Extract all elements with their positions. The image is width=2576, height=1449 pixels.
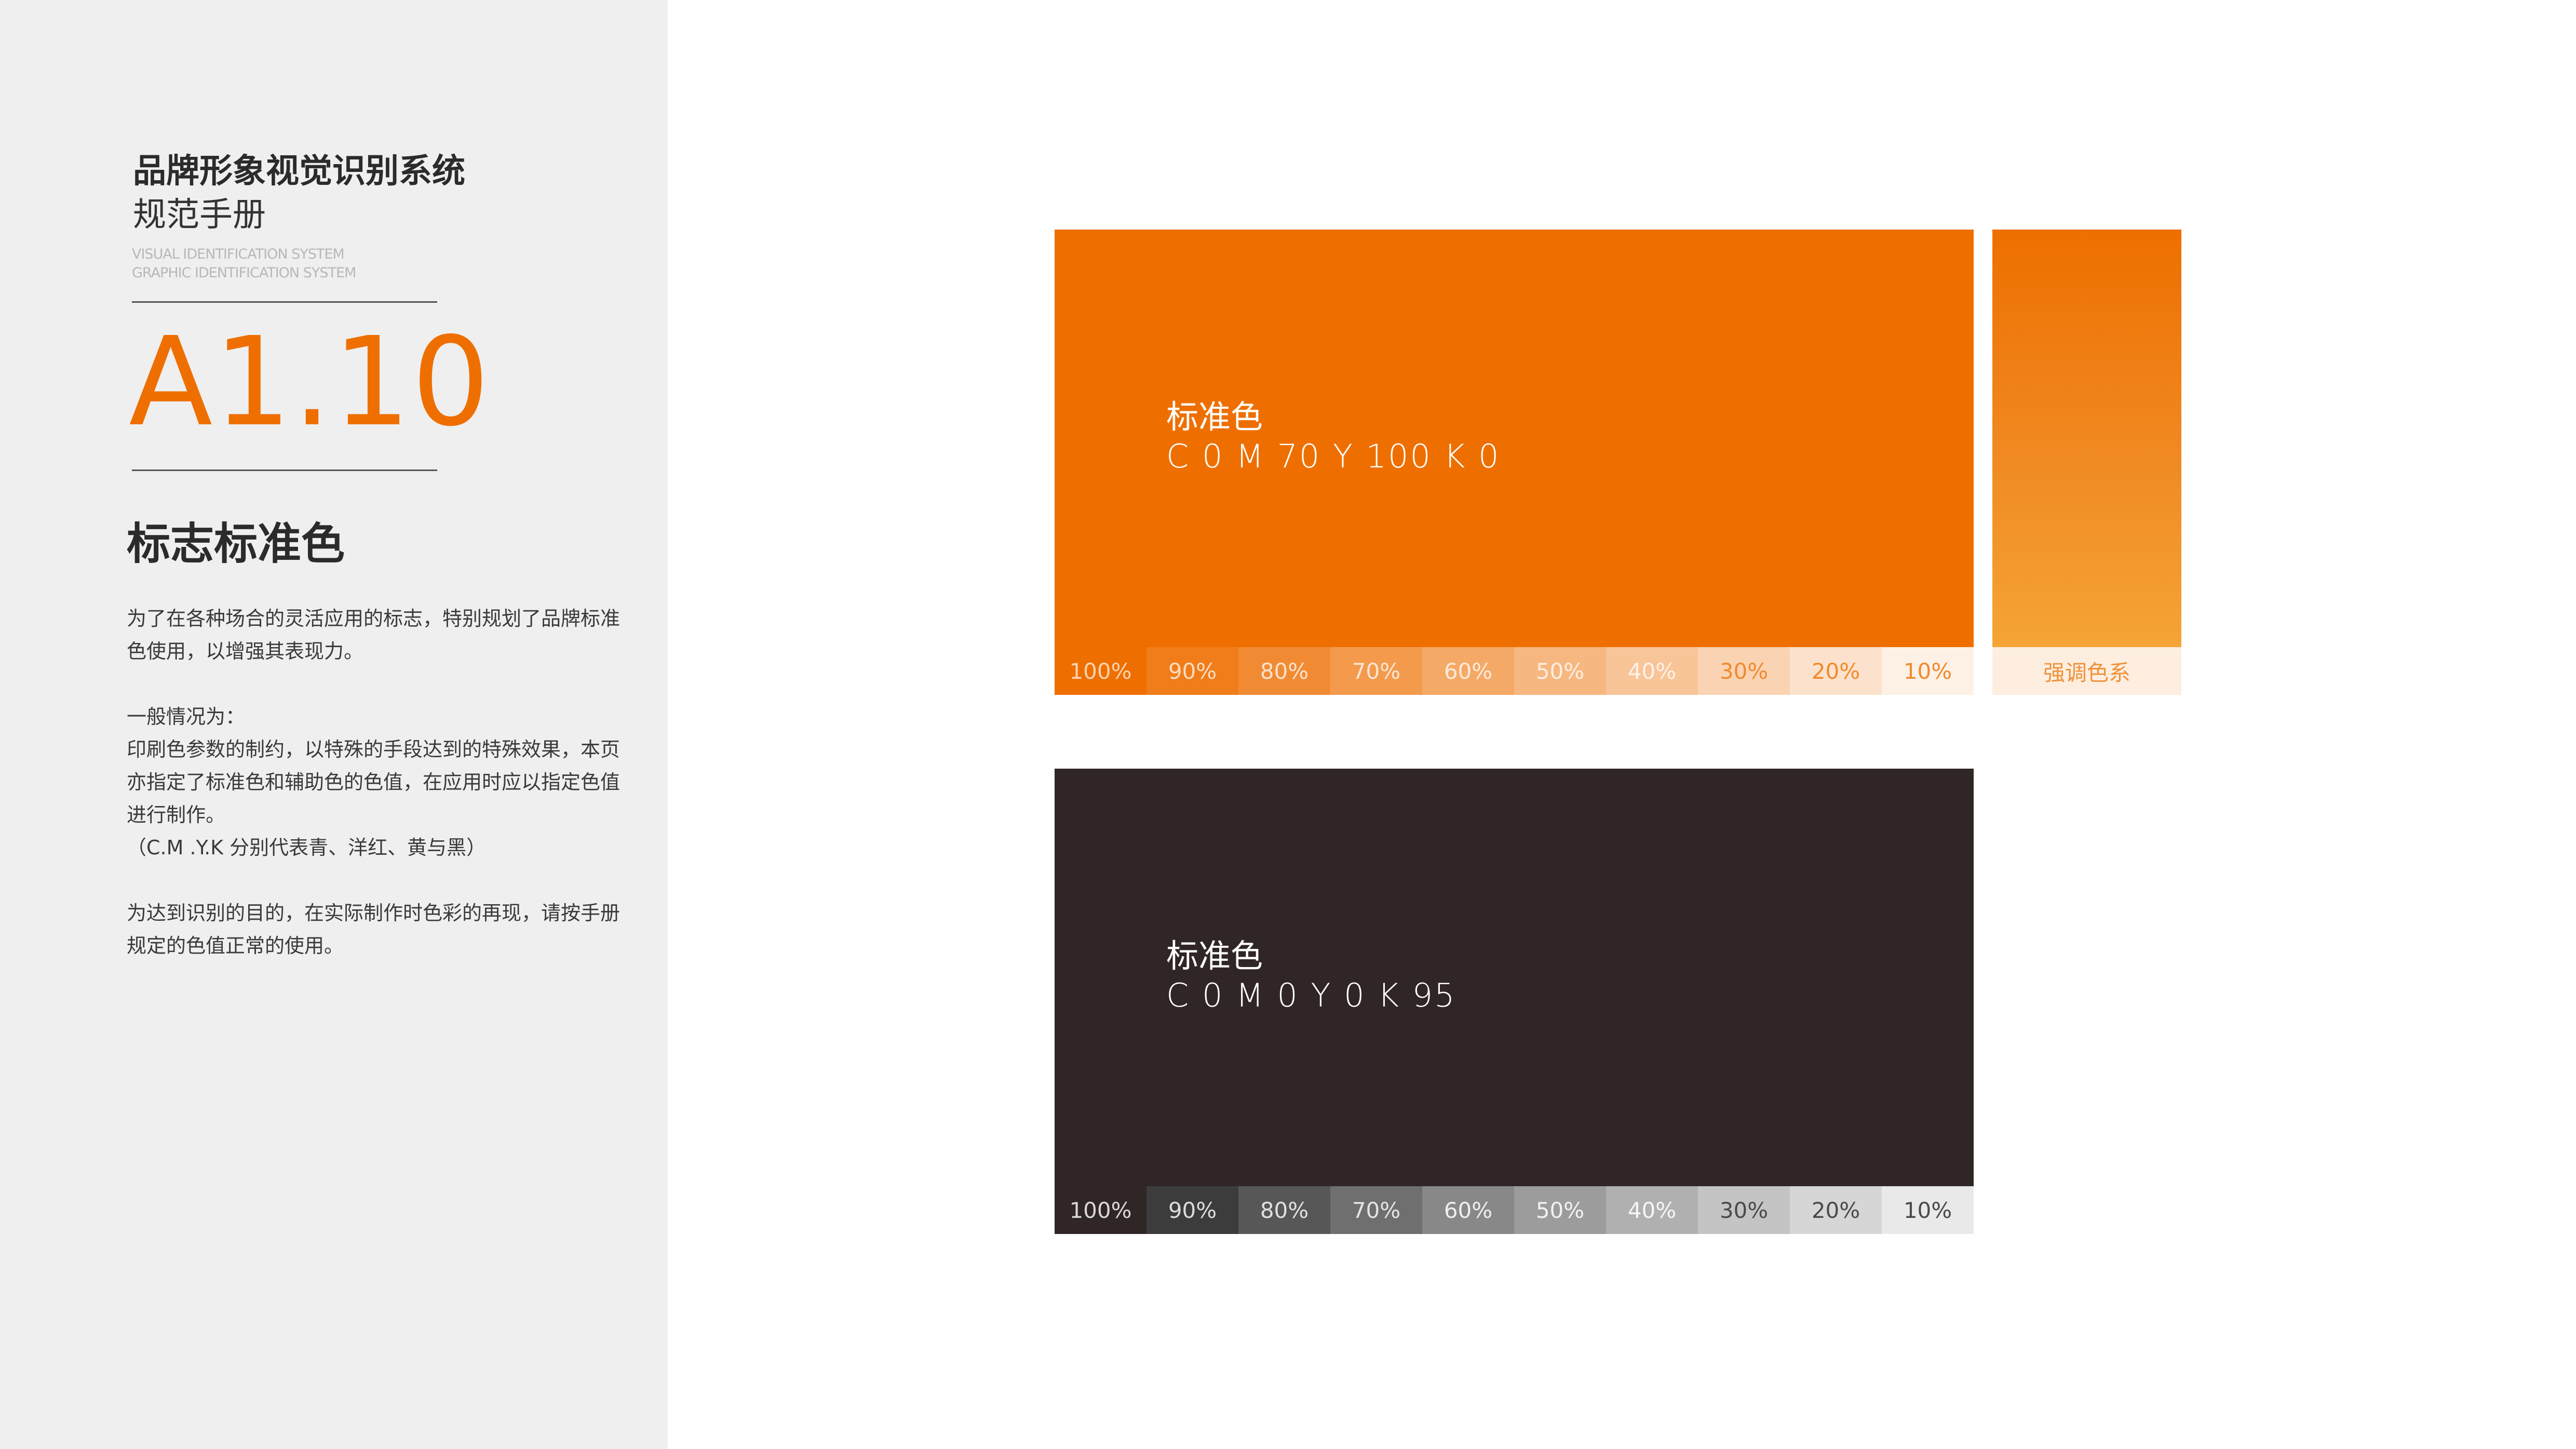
dark-tint-cell: 100% xyxy=(1055,1186,1147,1234)
accent-color-label: 强调色系 xyxy=(1992,647,2181,695)
orange-swatch-name: 标准色 xyxy=(1166,398,1263,436)
dark-tint-cell: 80% xyxy=(1238,1186,1330,1234)
dark-tint-cell: 20% xyxy=(1790,1186,1882,1234)
orange-tint-cell: 60% xyxy=(1422,647,1514,695)
orange-tint-cell: 90% xyxy=(1147,647,1238,695)
dark-color-swatch: 标准色 C 0 M 0 Y 0 K 95 xyxy=(1055,769,1974,1186)
orange-tint-cell: 30% xyxy=(1698,647,1790,695)
dark-tint-cell: 70% xyxy=(1330,1186,1422,1234)
dark-tint-cell: 10% xyxy=(1882,1186,1974,1234)
dark-tint-cell: 90% xyxy=(1147,1186,1238,1234)
brand-english-line-2: GRAPHIC IDENTIFICATION SYSTEM xyxy=(132,265,356,281)
orange-tint-cell: 80% xyxy=(1238,647,1330,695)
dark-tint-cell: 30% xyxy=(1698,1186,1790,1234)
brand-title: 品牌形象视觉识别系统 xyxy=(133,152,465,191)
accent-gradient-swatch xyxy=(1992,230,2181,647)
divider-top xyxy=(132,301,437,303)
brand-english-line-1: VISUAL IDENTIFICATION SYSTEM xyxy=(132,246,345,262)
orange-tint-cell: 50% xyxy=(1514,647,1606,695)
divider-bottom xyxy=(132,469,437,471)
orange-tint-cell: 100% xyxy=(1055,647,1147,695)
section-title: 标志标准色 xyxy=(127,518,345,569)
dark-swatch-cmyk: C 0 M 0 Y 0 K 95 xyxy=(1166,976,1456,1014)
orange-tint-scale: 100% 90% 80% 70% 60% 50% 40% 30% 20% 10% xyxy=(1055,647,1974,695)
orange-swatch-cmyk: C 0 M 70 Y 100 K 0 xyxy=(1166,437,1501,475)
orange-color-swatch: 标准色 C 0 M 70 Y 100 K 0 xyxy=(1055,230,1974,647)
description-para-3: 为达到识别的目的，在实际制作时色彩的再现，请按手册规定的色值正常的使用。 xyxy=(127,902,621,957)
dark-swatch-name: 标准色 xyxy=(1166,937,1263,975)
section-number: A1.10 xyxy=(129,311,491,453)
description-para-1: 为了在各种场合的灵活应用的标志，特别规划了品牌标准色使用，以增强其表现力。 xyxy=(127,607,621,663)
description-para-2-heading: 一般情况为： xyxy=(127,705,246,728)
dark-tint-cell: 50% xyxy=(1514,1186,1606,1234)
orange-tint-cell: 40% xyxy=(1606,647,1698,695)
dark-tint-cell: 60% xyxy=(1422,1186,1514,1234)
brand-subtitle: 规范手册 xyxy=(133,196,266,234)
orange-tint-cell: 10% xyxy=(1882,647,1974,695)
dark-tint-cell: 40% xyxy=(1606,1186,1698,1234)
orange-tint-cell: 20% xyxy=(1790,647,1882,695)
description-text: 为了在各种场合的灵活应用的标志，特别规划了品牌标准色使用，以增强其表现力。 一般… xyxy=(127,602,625,962)
description-para-2-body: 印刷色参数的制约，以特殊的手段达到的特殊效果，本页亦指定了标准色和辅助色的色值，… xyxy=(127,738,621,826)
orange-tint-cell: 70% xyxy=(1330,647,1422,695)
dark-tint-scale: 100% 90% 80% 70% 60% 50% 40% 30% 20% 10% xyxy=(1055,1186,1974,1234)
description-para-2-note: （C.M .Y.K 分别代表青、洋红、黄与黑） xyxy=(127,836,487,859)
